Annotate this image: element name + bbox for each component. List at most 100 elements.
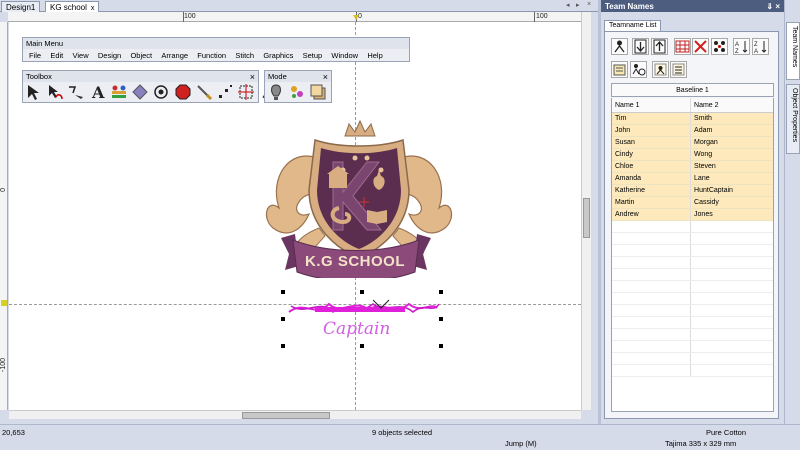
empty-row[interactable] (612, 293, 773, 305)
table-row[interactable]: Amanda Lane (612, 173, 773, 185)
mode-title-bar[interactable]: Mode × (265, 71, 331, 82)
mode-hot-air-icon[interactable] (267, 83, 285, 101)
tab-design1[interactable]: Design1 (1, 1, 41, 12)
sort-descending-icon[interactable]: ZA (752, 38, 769, 55)
select-icon[interactable] (25, 83, 43, 101)
team-name-lettering[interactable]: Captain (323, 319, 390, 339)
cell-name1[interactable]: John (612, 125, 692, 136)
cell-name2[interactable]: Lane (691, 173, 773, 184)
add-name-icon[interactable] (611, 38, 628, 55)
empty-row[interactable] (612, 257, 773, 269)
cell-name1[interactable]: Katherine (612, 185, 692, 196)
empty-row[interactable] (612, 353, 773, 365)
menu-window[interactable]: Window (331, 51, 358, 60)
cell-name2[interactable]: Morgan (691, 137, 773, 148)
tab-teamname-list[interactable]: Teamname List (604, 20, 662, 31)
bounding-icon[interactable] (237, 83, 255, 101)
menu-help[interactable]: Help (367, 51, 382, 60)
circle-icon[interactable] (152, 83, 170, 101)
delete-row-icon[interactable] (692, 38, 709, 55)
tab-kg-school[interactable]: KG school x (45, 1, 100, 12)
points-icon[interactable] (216, 83, 234, 101)
empty-row[interactable] (612, 233, 773, 245)
mode-close-icon[interactable]: × (323, 72, 328, 81)
cell-name1[interactable]: Amanda (612, 173, 692, 184)
mode-stack-icon[interactable] (309, 83, 327, 101)
cell-name2[interactable]: HuntCaptain (691, 185, 773, 196)
cell-name1[interactable]: Andrew (612, 209, 692, 220)
cell-name2[interactable]: Jones (691, 209, 773, 220)
horizontal-scroll-thumb[interactable] (242, 412, 330, 419)
menu-function[interactable]: Function (197, 51, 226, 60)
team-group-icon[interactable] (711, 38, 728, 55)
cell-name1[interactable]: Tim (612, 113, 692, 124)
side-tab-object-properties[interactable]: Object Properties (786, 84, 800, 154)
cell-name2[interactable]: Smith (691, 113, 773, 124)
import-names-icon[interactable] (611, 61, 628, 78)
mode-sparkle-icon[interactable] (288, 83, 306, 101)
table-row[interactable]: Susan Morgan (612, 137, 773, 149)
lettering-icon[interactable]: A (89, 83, 107, 102)
menu-edit[interactable]: Edit (50, 51, 63, 60)
table-row[interactable]: Tim Smith (612, 113, 773, 125)
selection-handle[interactable] (360, 344, 364, 348)
vertical-scrollbar[interactable] (581, 12, 591, 410)
tab-scroll-left-icon[interactable]: ◂ (566, 1, 570, 9)
tab-close-all-icon[interactable]: × (587, 1, 591, 8)
table-row[interactable]: John Adam (612, 125, 773, 137)
cell-name2[interactable]: Cassidy (691, 197, 773, 208)
menu-arrange[interactable]: Arrange (161, 51, 188, 60)
table-row[interactable]: Andrew Jones (612, 209, 773, 221)
design-canvas[interactable]: K.G SCHOOL Captain Main Menu File Edit V… (9, 22, 581, 410)
cell-name2[interactable]: Steven (691, 161, 773, 172)
team-names-icon[interactable] (110, 83, 128, 101)
table-row[interactable]: Martin Cassidy (612, 197, 773, 209)
panel-close-icon[interactable]: × (775, 2, 780, 11)
empty-row[interactable] (612, 221, 773, 233)
cell-name1[interactable]: Martin (612, 197, 692, 208)
empty-row[interactable] (612, 329, 773, 341)
menu-design[interactable]: Design (98, 51, 121, 60)
pin-icon[interactable]: ⇓ (766, 2, 773, 11)
list-view-icon[interactable] (670, 61, 687, 78)
toolbox-close-icon[interactable]: × (250, 72, 255, 81)
main-menu-title-bar[interactable]: Main Menu (23, 38, 409, 49)
empty-row[interactable] (612, 317, 773, 329)
cell-name1[interactable]: Susan (612, 137, 692, 148)
column-header-name2[interactable]: Name 2 (691, 98, 773, 112)
vertical-scroll-thumb[interactable] (583, 198, 590, 238)
menu-setup[interactable]: Setup (303, 51, 323, 60)
selection-handle[interactable] (281, 344, 285, 348)
horizontal-scrollbar[interactable] (9, 410, 581, 419)
move-down-icon[interactable] (632, 38, 649, 55)
insert-row-icon[interactable] (674, 38, 691, 55)
empty-row[interactable] (612, 245, 773, 257)
empty-row[interactable] (612, 281, 773, 293)
menu-file[interactable]: File (29, 51, 41, 60)
knife-icon[interactable] (195, 83, 213, 101)
reshape-icon[interactable] (46, 83, 64, 101)
cell-name1[interactable]: Chloe (612, 161, 692, 172)
stop-icon[interactable] (174, 83, 192, 101)
column-header-name1[interactable]: Name 1 (612, 98, 692, 112)
menu-object[interactable]: Object (130, 51, 152, 60)
single-person-icon[interactable] (652, 61, 669, 78)
move-up-icon[interactable] (651, 38, 668, 55)
empty-row[interactable] (612, 365, 773, 377)
table-row[interactable]: Katherine HuntCaptain (612, 185, 773, 197)
cell-name1[interactable]: Cindy (612, 149, 692, 160)
selection-handle[interactable] (439, 344, 443, 348)
menu-stitch[interactable]: Stitch (235, 51, 254, 60)
side-tab-team-names[interactable]: Team Names (786, 22, 800, 80)
toolbox-title-bar[interactable]: Toolbox × (23, 71, 258, 82)
tab-scroll-right-icon[interactable]: ▸ (576, 1, 580, 9)
sort-ascending-icon[interactable]: AZ (733, 38, 750, 55)
empty-row[interactable] (612, 305, 773, 317)
table-row[interactable]: Cindy Wong (612, 149, 773, 161)
path-icon[interactable] (67, 83, 85, 101)
menu-view[interactable]: View (73, 51, 89, 60)
fill-icon[interactable] (131, 83, 149, 101)
menu-graphics[interactable]: Graphics (263, 51, 293, 60)
baseline-header[interactable]: Baseline 1 (611, 83, 774, 97)
cell-name2[interactable]: Adam (691, 125, 773, 136)
